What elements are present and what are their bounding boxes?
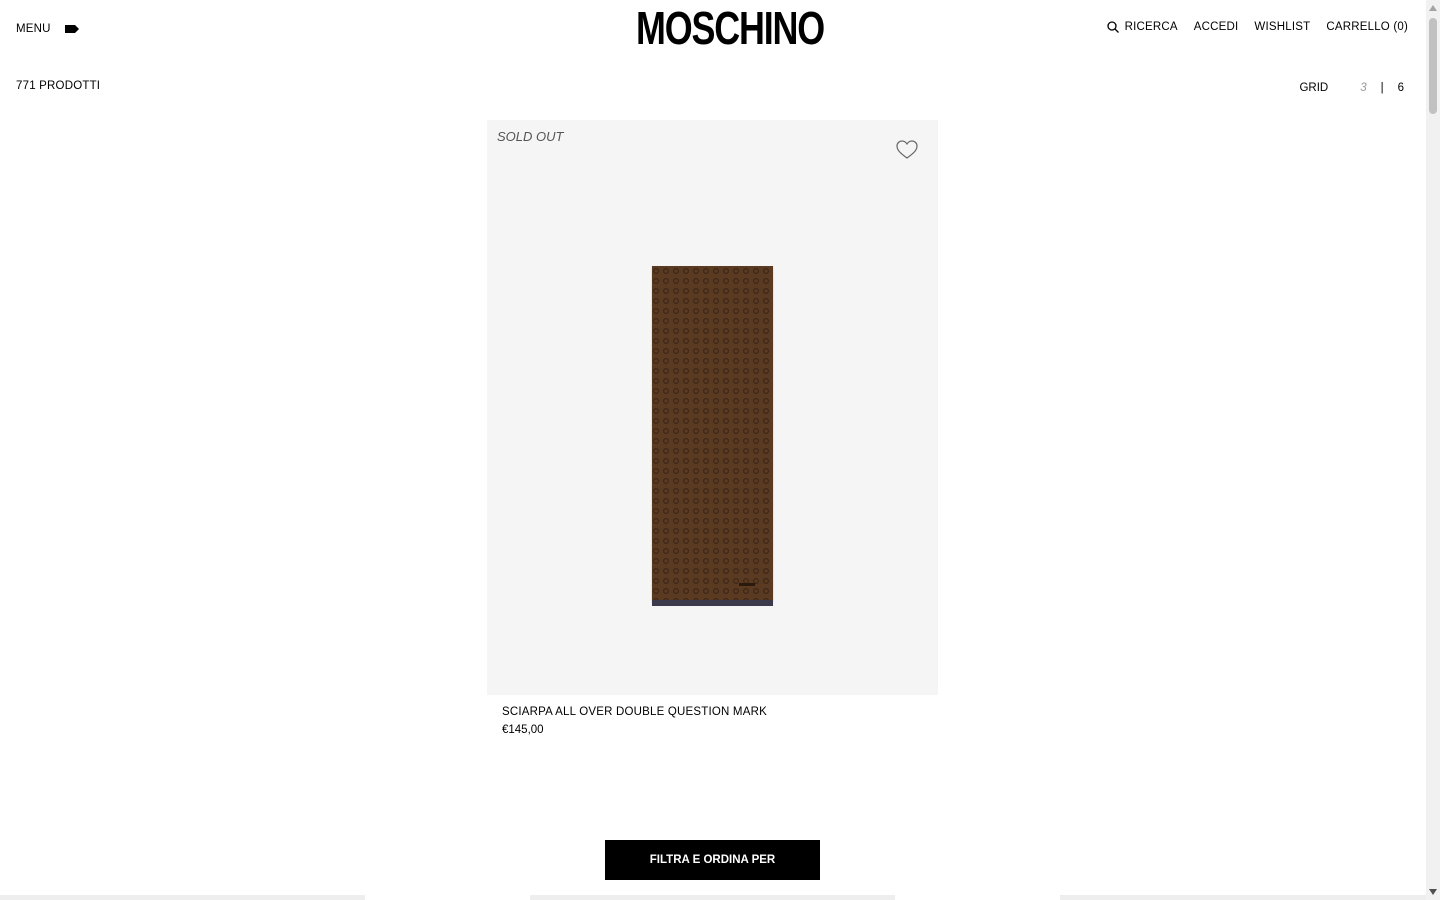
search-icon: [1106, 21, 1119, 33]
listing-toolbar: 771 PRODOTTI GRID 3 | 6: [0, 80, 1426, 102]
tag-icon: [64, 25, 79, 33]
menu-label: MENU: [16, 23, 51, 35]
grid-option-6[interactable]: 6: [1398, 82, 1404, 94]
product-card[interactable]: SOLD OUT SCIARPA ALL OVER DOUBLE QUESTIO…: [487, 120, 938, 736]
preview-tile: [1060, 895, 1426, 900]
search-label: RICERCA: [1124, 21, 1178, 33]
scroll-up-icon[interactable]: [1429, 5, 1437, 11]
wishlist-link[interactable]: WISHLIST: [1254, 21, 1310, 33]
preview-tile: [530, 895, 895, 900]
scroll-down-icon[interactable]: [1429, 889, 1437, 895]
filter-sort-button[interactable]: FILTRA E ORDINA PER: [605, 840, 820, 880]
scarf-image: [652, 266, 773, 606]
next-row-preview: [0, 895, 1426, 900]
heart-icon[interactable]: [896, 140, 918, 160]
preview-tile: [0, 895, 365, 900]
grid-option-3[interactable]: 3: [1360, 82, 1366, 94]
login-link[interactable]: ACCEDI: [1194, 21, 1239, 33]
sold-out-badge: SOLD OUT: [497, 129, 564, 144]
menu-button[interactable]: MENU: [16, 23, 79, 35]
cart-link[interactable]: CARRELLO (0): [1326, 21, 1408, 33]
product-count: 771 PRODOTTI: [16, 80, 101, 92]
product-price: €145,00: [502, 724, 544, 736]
product-name[interactable]: SCIARPA ALL OVER DOUBLE QUESTION MARK: [502, 706, 938, 718]
product-image-container[interactable]: SOLD OUT: [487, 120, 938, 695]
search-link[interactable]: RICERCA: [1106, 21, 1178, 33]
grid-separator: |: [1380, 82, 1384, 94]
grid-switcher: GRID 3 | 6: [1299, 82, 1404, 94]
moschino-logo[interactable]: MOSCHINO: [636, 5, 825, 51]
page-scrollbar[interactable]: [1426, 0, 1440, 900]
grid-label: GRID: [1299, 82, 1329, 94]
scroll-thumb[interactable]: [1429, 18, 1437, 114]
header-nav: RICERCA ACCEDI WISHLIST CARRELLO (0): [1106, 21, 1408, 33]
site-header: MENU MOSCHINO RICERCA ACCEDI WISHLIST CA…: [0, 0, 1426, 60]
